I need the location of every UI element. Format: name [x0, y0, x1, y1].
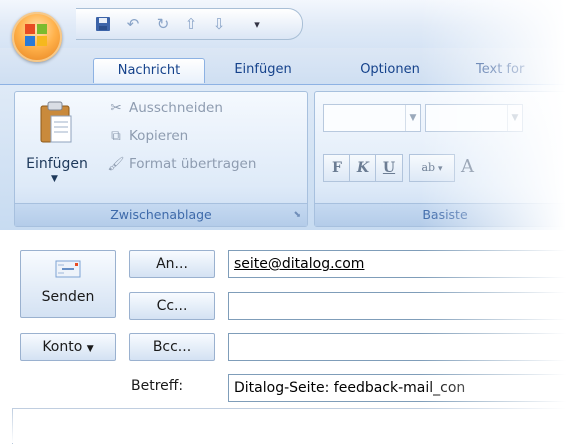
- chevron-down-icon: ▼: [507, 105, 522, 131]
- font-name-combo[interactable]: ▼: [323, 104, 421, 132]
- format-painter-button[interactable]: 🖌 Format übertragen: [107, 156, 256, 172]
- to-button[interactable]: An...: [129, 250, 215, 278]
- highlight-button[interactable]: ab ▾: [409, 154, 455, 182]
- basic-text-group-label: Basiste: [315, 203, 566, 226]
- bcc-button[interactable]: Bcc...: [129, 333, 215, 361]
- chevron-down-icon: ▾: [435, 164, 443, 174]
- office-button[interactable]: [12, 12, 62, 62]
- bcc-field[interactable]: [228, 333, 566, 361]
- quick-access-toolbar: ↶ ↻ ⇧ ⇩ ▾: [76, 8, 303, 40]
- clipboard-paste-icon: [39, 100, 73, 146]
- to-field[interactable]: seite@ditalog.com: [228, 250, 566, 278]
- redo-icon[interactable]: ↻: [154, 15, 172, 33]
- subject-label: Betreff:: [131, 378, 184, 394]
- down-arrow-icon[interactable]: ⇩: [210, 15, 228, 33]
- chevron-down-icon: ▼: [86, 344, 94, 354]
- cut-button[interactable]: ✂ Ausschneiden: [107, 100, 223, 116]
- font-size-combo[interactable]: ▼: [425, 104, 523, 132]
- tab-text-format[interactable]: Text for: [476, 58, 566, 82]
- copy-label: Kopieren: [129, 128, 189, 144]
- paste-button[interactable]: Einfügen ▼: [26, 100, 88, 190]
- basic-text-group: ▼ ▼ F K U ab ▾ A Basiste: [314, 91, 566, 227]
- customize-dropdown-icon[interactable]: ▾: [248, 15, 266, 33]
- copy-button[interactable]: ⧉ Kopieren: [107, 128, 188, 144]
- message-body[interactable]: [12, 408, 566, 444]
- tab-nachricht[interactable]: Nachricht: [93, 58, 205, 83]
- office-logo-icon: [25, 24, 49, 48]
- send-button[interactable]: Senden: [20, 250, 116, 318]
- envelope-icon: [55, 260, 81, 278]
- subject-field[interactable]: Ditalog-Seite: feedback-mail_con: [228, 374, 566, 402]
- send-label: Senden: [41, 289, 95, 305]
- message-header: Senden Konto ▼ An... Cc... Bcc... Betref…: [0, 230, 566, 444]
- chevron-down-icon: ▼: [51, 174, 58, 184]
- chevron-down-icon: ▼: [405, 105, 420, 131]
- tab-optionen[interactable]: Optionen: [346, 58, 434, 82]
- font-color-button[interactable]: A: [461, 154, 474, 180]
- tab-einfuegen[interactable]: Einfügen: [218, 58, 308, 82]
- highlight-label: ab: [421, 161, 436, 174]
- clipboard-group-label: Zwischenablage ⬊: [15, 203, 307, 226]
- format-painter-label: Format übertragen: [129, 156, 257, 172]
- clipboard-group: Einfügen ▼ ✂ Ausschneiden ⧉ Kopieren 🖌 Form…: [14, 91, 308, 227]
- account-button[interactable]: Konto ▼: [20, 333, 116, 361]
- copy-icon: ⧉: [111, 128, 121, 144]
- up-arrow-icon[interactable]: ⇧: [182, 15, 200, 33]
- account-label: Konto: [42, 339, 83, 355]
- save-icon[interactable]: [94, 15, 112, 33]
- cc-field[interactable]: [228, 292, 566, 320]
- ribbon-tabs: Nachricht Einfügen Optionen Text for: [0, 48, 566, 84]
- dialog-launcher-icon[interactable]: ⬊: [293, 204, 301, 226]
- ribbon: Einfügen ▼ ✂ Ausschneiden ⧉ Kopieren 🖌 Form…: [0, 84, 566, 231]
- to-value: seite@ditalog.com: [234, 256, 365, 272]
- italic-button[interactable]: K: [349, 154, 377, 182]
- brush-icon: 🖌: [107, 156, 125, 172]
- cut-label: Ausschneiden: [129, 100, 223, 116]
- underline-button[interactable]: U: [375, 154, 403, 182]
- paste-label: Einfügen: [26, 156, 88, 172]
- scissors-icon: ✂: [110, 100, 122, 116]
- cc-button[interactable]: Cc...: [129, 292, 215, 320]
- undo-icon[interactable]: ↶: [124, 15, 142, 33]
- bold-button[interactable]: F: [323, 154, 351, 182]
